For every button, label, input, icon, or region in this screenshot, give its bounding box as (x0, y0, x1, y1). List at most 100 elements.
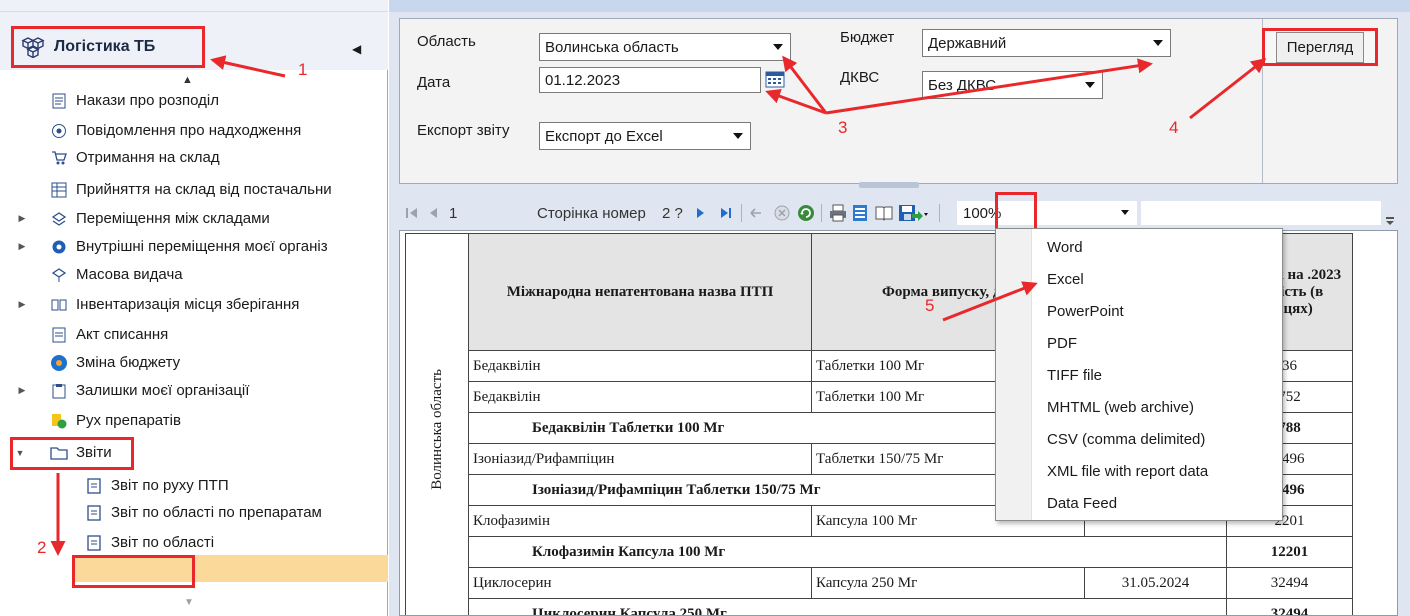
sidebar-item[interactable]: ▶ Переміщення між складами (0, 206, 388, 231)
last-page-icon[interactable] (719, 200, 733, 226)
cart-icon (50, 149, 68, 167)
annotation-5: 5 (925, 296, 935, 315)
export-menu-item[interactable]: PDF (1047, 328, 1077, 358)
sidebar-item[interactable]: Повідомлення про надходження (0, 118, 388, 143)
first-page-icon[interactable] (405, 200, 419, 226)
sidebar-top-strip (0, 0, 388, 12)
export-menu-item[interactable]: Data Feed (1047, 488, 1117, 518)
movement-icon (50, 412, 68, 430)
view-button[interactable]: Перегляд (1275, 31, 1365, 63)
date-input-value: 01.12.2023 (545, 71, 621, 89)
subtotal-name-cell: Циклосерин Капсула 250 Мг (468, 598, 1227, 615)
annotation-1: 1 (298, 60, 308, 79)
menu-icon-strip (996, 229, 1032, 520)
export-select[interactable]: Експорт до Excel (539, 122, 751, 150)
dkvs-label: ДКВС (840, 69, 880, 86)
previous-page-icon[interactable] (427, 200, 439, 226)
report-icon (85, 504, 103, 522)
dkvs-select[interactable]: Без ДКВС (922, 71, 1103, 99)
export-menu-item[interactable]: TIFF file (1047, 360, 1102, 390)
export-dropdown-button[interactable] (897, 200, 931, 226)
collapse-sidebar-icon[interactable]: ◀ (352, 42, 361, 56)
region-label: Область (417, 33, 476, 50)
export-menu-item[interactable]: CSV (comma delimited) (1047, 424, 1205, 454)
print-icon[interactable] (829, 200, 847, 226)
sidebar-item-label: Накази про розподіл (76, 92, 220, 109)
sidebar-item[interactable]: Акт списання (0, 322, 388, 347)
sidebar-item-label: Повідомлення про надходження (76, 122, 302, 139)
refresh-icon[interactable] (797, 200, 815, 226)
export-select-value: Експорт до Excel (545, 127, 663, 145)
cell-form: Капсула 250 Мг (811, 567, 1085, 599)
sidebar-item[interactable]: Звіт по руху ПТП (0, 473, 388, 498)
panel-splitter[interactable] (859, 182, 919, 188)
report-viewer-panel: Область Волинська область Дата 01.12.202… (389, 0, 1410, 616)
sidebar-item[interactable]: Накази про розподіл (0, 88, 388, 113)
sidebar-item[interactable]: Звіт по області по препаратам (0, 500, 388, 525)
sidebar-item-label: Звіт по області (111, 534, 215, 551)
sidebar-item-label: Звіт по руху ПТП (111, 477, 229, 494)
stop-icon[interactable] (774, 200, 790, 226)
chevron-down-icon[interactable] (727, 124, 749, 148)
sidebar-item[interactable]: Прийняття на склад від постачальни (0, 177, 388, 202)
chevron-down-icon[interactable] (1079, 73, 1101, 97)
cell-date: 31.05.2024 (1084, 567, 1227, 599)
table-row: Циклосерин Капсула 250 Мг 31.05.2024 32494 (406, 567, 1353, 599)
expand-icon[interactable]: ▶ (16, 299, 28, 310)
header-name: Міжнародна непатентована назва ПТП (468, 233, 812, 351)
expand-icon[interactable]: ▶ (16, 213, 28, 224)
scroll-up-icon[interactable]: ▲ (182, 74, 193, 86)
sidebar-item[interactable]: Звіт по області (0, 530, 388, 555)
chevron-down-icon[interactable] (1147, 31, 1169, 55)
export-menu-item[interactable]: Excel (1047, 264, 1084, 294)
sidebar-item[interactable]: Рух препаратів (0, 408, 388, 433)
zoom-select[interactable]: 100% (957, 201, 1137, 225)
scroll-down-icon[interactable]: ▼ (184, 597, 194, 608)
sidebar-item[interactable]: ▶ Інвентаризація місця зберігання (0, 292, 388, 317)
sidebar-item[interactable]: Масова видача (0, 262, 388, 287)
export-menu-item[interactable]: PowerPoint (1047, 296, 1124, 326)
view-button-highlight: Перегляд (1262, 28, 1378, 66)
sidebar-item[interactable]: Зміна бюджету (0, 350, 388, 375)
budget-select[interactable]: Державний (922, 29, 1171, 57)
region-label: Волинська область (428, 368, 445, 490)
export-menu-item[interactable]: Word (1047, 232, 1083, 262)
expand-icon[interactable]: ▶ (16, 241, 28, 252)
toolbar-separator (821, 204, 822, 222)
export-menu-item[interactable]: MHTML (web archive) (1047, 392, 1194, 422)
next-page-icon[interactable] (695, 200, 707, 226)
calendar-icon[interactable] (765, 70, 785, 92)
sidebar-title: Логістика ТБ (54, 38, 156, 55)
print-layout-icon[interactable] (852, 200, 868, 226)
report-parameters-panel: Область Волинська область Дата 01.12.202… (399, 18, 1398, 184)
chevron-down-icon[interactable] (767, 35, 789, 59)
chevron-down-icon[interactable] (1121, 210, 1129, 215)
export-menu-item[interactable]: XML file with report data (1047, 456, 1208, 486)
sidebar-header: Логістика ТБ ◀ ▲ (0, 12, 388, 86)
sidebar-item[interactable]: ▶ Залишки моєї організації (0, 378, 388, 403)
inventory-icon (50, 296, 68, 314)
sidebar-item[interactable]: ▶ Внутрішні переміщення моєї організ (0, 234, 388, 259)
region-select-value: Волинська область (545, 38, 679, 56)
sidebar-item[interactable]: Отримання на склад (0, 145, 388, 170)
document-icon (50, 92, 68, 110)
logistics-logo-icon (20, 36, 46, 59)
sidebar-item-label: Масова видача (76, 266, 183, 283)
expand-icon[interactable]: ▶ (16, 385, 28, 396)
back-icon[interactable] (749, 200, 763, 226)
sidebar-title-box[interactable]: Логістика ТБ (11, 26, 205, 68)
report-icon (85, 534, 103, 552)
search-input[interactable] (1141, 201, 1381, 225)
internal-transfer-icon (50, 238, 68, 256)
sidebar-item-label: Зміна бюджету (76, 354, 181, 371)
page-setup-icon[interactable] (875, 200, 893, 226)
export-format-menu: Word Excel PowerPoint PDF TIFF file MHTML (we… (995, 228, 1283, 521)
current-page-number[interactable]: 1 (449, 200, 457, 226)
region-select[interactable]: Волинська область (539, 33, 791, 61)
sidebar-item-label: Переміщення між складами (76, 210, 270, 227)
report-icon (85, 477, 103, 495)
budget-select-value: Державний (928, 34, 1007, 52)
table-icon (50, 181, 68, 199)
subtotal-name-cell: Клофазимін Капсула 100 Мг (468, 536, 1227, 568)
date-input[interactable]: 01.12.2023 (539, 67, 761, 93)
